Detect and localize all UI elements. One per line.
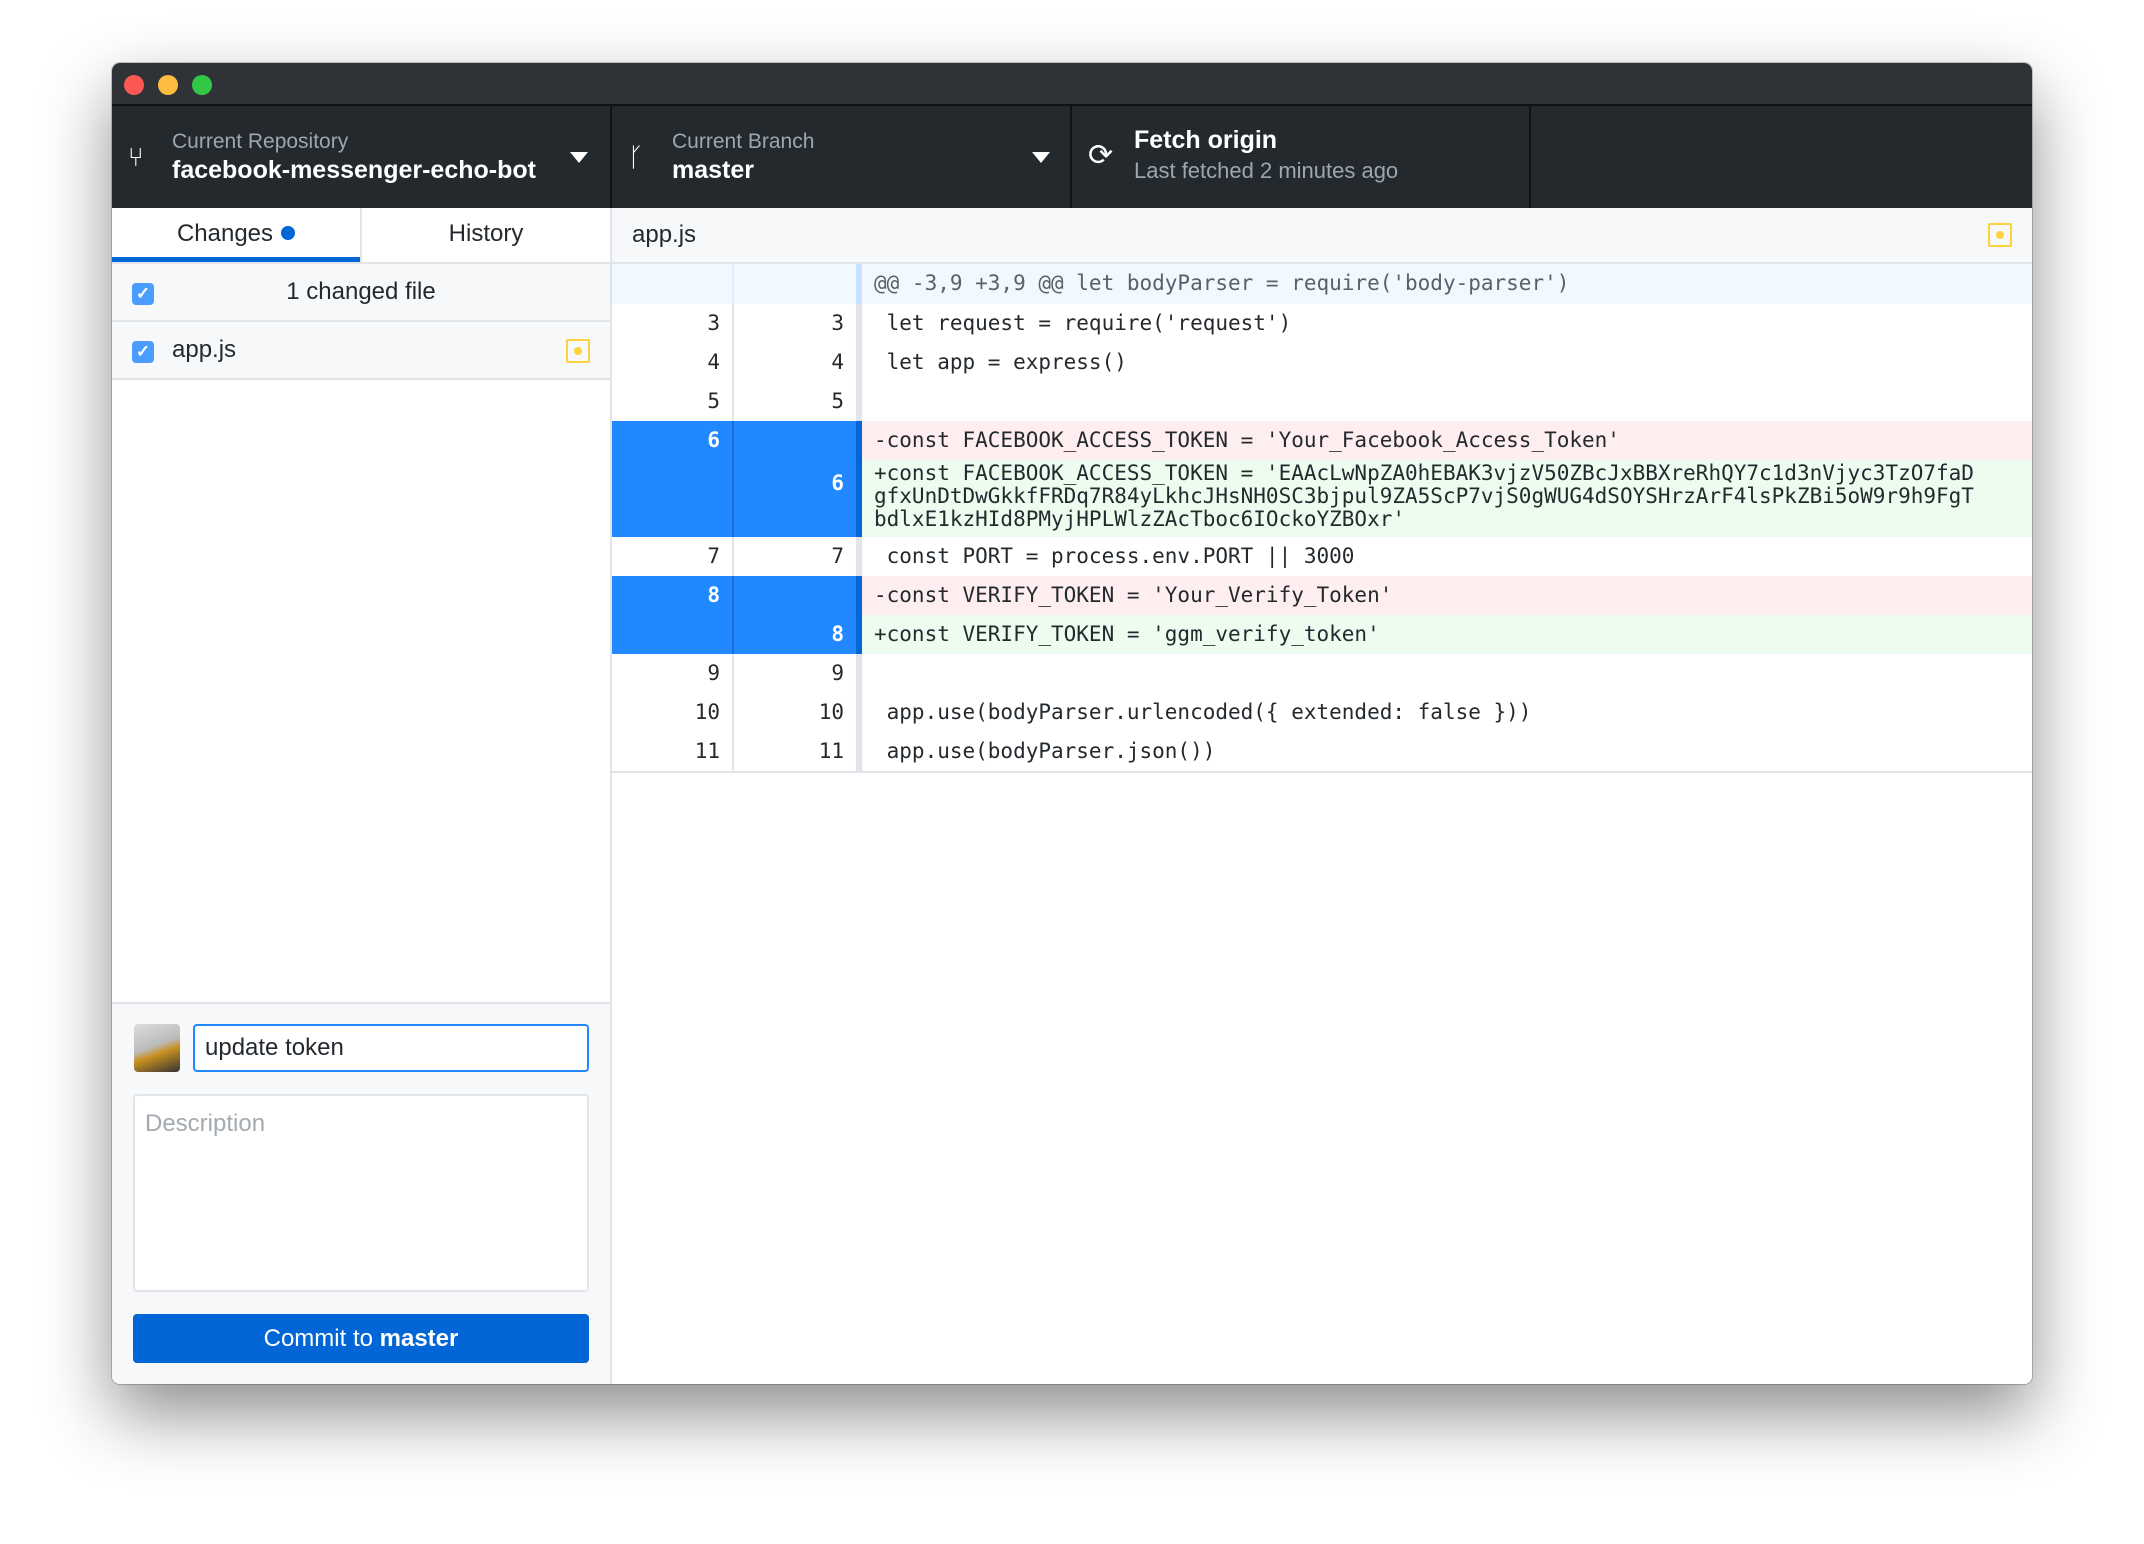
diff-line-text	[862, 382, 2032, 421]
gutter-new	[734, 264, 856, 304]
diff-line-text: +const VERIFY_TOKEN = 'ggm_verify_token'	[862, 615, 2032, 654]
commit-button-label: Commit to	[263, 1325, 380, 1352]
repo-icon: ⑂	[128, 142, 144, 172]
changed-count: 1 changed file	[286, 278, 436, 305]
new-line-number[interactable]: 5	[734, 382, 856, 421]
diff-panel: app.js @@ -3,9 +3,9 @@ let bodyParser = …	[612, 208, 2032, 1384]
old-line-number[interactable]: 9	[612, 654, 734, 693]
diff-line[interactable]: 33 let request = require('request')	[612, 304, 2032, 343]
new-line-number[interactable]: 3	[734, 304, 856, 343]
gutter-old	[612, 264, 734, 304]
file-checkbox[interactable]: ✓	[132, 341, 154, 363]
sync-icon: ⟳	[1088, 139, 1114, 172]
modified-icon	[1988, 223, 2012, 247]
close-window-button[interactable]	[124, 75, 144, 95]
hunk-text: @@ -3,9 +3,9 @@ let bodyParser = require…	[874, 271, 1570, 295]
minimize-window-button[interactable]	[158, 75, 178, 95]
tab-changes[interactable]: Changes	[112, 208, 360, 262]
diff-line-added[interactable]: 8 +const VERIFY_TOKEN = 'ggm_verify_token…	[612, 615, 2032, 654]
commit-description-input[interactable]: Description	[133, 1094, 589, 1292]
app-window: ⑂ Current Repository facebook-messenger-…	[112, 63, 2032, 1384]
fetch-origin-button[interactable]: ⟳ Fetch origin Last fetched 2 minutes ag…	[1072, 106, 1531, 208]
new-line-number[interactable]	[734, 576, 856, 615]
commit-button-branch: master	[379, 1325, 459, 1352]
old-line-number[interactable]: 10	[612, 693, 734, 732]
new-line-number[interactable]: 4	[734, 343, 856, 382]
chevron-down-icon	[570, 152, 588, 163]
diff-line-text: const PORT = process.env.PORT || 3000	[874, 544, 1355, 568]
modified-icon	[566, 339, 590, 363]
old-line-number[interactable]: 6	[612, 421, 734, 460]
fetch-status: Last fetched 2 minutes ago	[1134, 158, 1399, 183]
new-line-number[interactable]: 8	[734, 615, 856, 654]
diff-line[interactable]: 99	[612, 654, 2032, 693]
tab-history[interactable]: History	[360, 208, 610, 262]
diff-line-text: -const FACEBOOK_ACCESS_TOKEN = 'Your_Fac…	[862, 421, 2032, 460]
new-line-number[interactable]: 7	[734, 537, 856, 576]
new-line-number[interactable]: 10	[734, 693, 856, 732]
branch-selector[interactable]: ᚴ Current Branch master	[612, 106, 1072, 208]
repository-name: facebook-messenger-echo-bot	[172, 156, 536, 184]
diff-line-text	[862, 654, 2032, 693]
diff-line-deleted[interactable]: 8 -const VERIFY_TOKEN = 'Your_Verify_Toke…	[612, 576, 2032, 615]
changes-indicator-icon	[281, 226, 296, 240]
old-line-number[interactable]: 3	[612, 304, 734, 343]
zoom-window-button[interactable]	[192, 75, 212, 95]
repository-label: Current Repository	[172, 130, 349, 153]
diff-line[interactable]: 55	[612, 382, 2032, 421]
diff-line[interactable]: 10 10 app.use(bodyParser.urlencoded({ ext…	[612, 693, 2032, 732]
changed-files-header: ✓ 1 changed file	[112, 264, 610, 322]
old-line-number[interactable]: 11	[612, 732, 734, 771]
tab-changes-label: Changes	[176, 220, 274, 247]
old-line-number[interactable]: 8	[612, 576, 734, 615]
diff-file-header: app.js	[612, 208, 2032, 264]
branch-name: master	[672, 156, 754, 184]
hunk-header: @@ -3,9 +3,9 @@ let bodyParser = require…	[612, 264, 2032, 304]
fetch-label: Fetch origin	[1134, 126, 1278, 154]
file-list-item[interactable]: ✓ app.js	[112, 322, 610, 380]
diff-file-name: app.js	[632, 221, 697, 248]
diff-line[interactable]: 11 11 app.use(bodyParser.json())	[612, 732, 2032, 771]
commit-button[interactable]: Commit to master	[133, 1314, 589, 1363]
diff-view: @@ -3,9 +3,9 @@ let bodyParser = require…	[612, 264, 2032, 773]
old-line-number[interactable]	[612, 460, 734, 537]
sidebar: Changes History ✓ 1 changed file ✓ app.j…	[112, 208, 612, 1384]
tab-history-label: History	[448, 220, 524, 247]
new-line-number[interactable]	[734, 421, 856, 460]
diff-line-text: +const FACEBOOK_ACCESS_TOKEN = 'EAAcLwNp…	[862, 460, 2032, 537]
old-line-number[interactable]: 4	[612, 343, 734, 382]
diff-line[interactable]: 44 let app = express()	[612, 343, 2032, 382]
commit-form: update token Description Commit to maste…	[112, 1002, 610, 1384]
repository-selector[interactable]: ⑂ Current Repository facebook-messenger-…	[112, 106, 612, 208]
new-line-number[interactable]: 6	[734, 460, 856, 537]
new-line-number[interactable]: 11	[734, 732, 856, 771]
diff-line-text: app.use(bodyParser.urlencoded({ extended…	[874, 700, 1532, 724]
avatar	[134, 1024, 180, 1072]
diff-line-text: -const VERIFY_TOKEN = 'Your_Verify_Token…	[862, 576, 2032, 615]
diff-line-added[interactable]: 6 +const FACEBOOK_ACCESS_TOKEN = 'EAAcLwN…	[612, 460, 2032, 537]
diff-line-deleted[interactable]: 6 -const FACEBOOK_ACCESS_TOKEN = 'Your_Fa…	[612, 421, 2032, 460]
old-line-number[interactable]	[612, 615, 734, 654]
diff-line[interactable]: 77 const PORT = process.env.PORT || 3000	[612, 537, 2032, 576]
old-line-number[interactable]: 5	[612, 382, 734, 421]
title-bar	[112, 63, 2032, 106]
toolbar: ⑂ Current Repository facebook-messenger-…	[112, 106, 2032, 208]
branch-icon: ᚴ	[628, 142, 644, 172]
diff-line-text: app.use(bodyParser.json())	[874, 739, 1216, 763]
branch-label: Current Branch	[672, 130, 815, 153]
diff-line-text: let request = require('request')	[874, 311, 1292, 335]
file-name: app.js	[172, 336, 237, 363]
diff-line-text: let app = express()	[874, 350, 1127, 374]
commit-summary-input[interactable]: update token	[193, 1024, 589, 1072]
old-line-number[interactable]: 7	[612, 537, 734, 576]
new-line-number[interactable]: 9	[734, 654, 856, 693]
chevron-down-icon	[1032, 152, 1050, 163]
